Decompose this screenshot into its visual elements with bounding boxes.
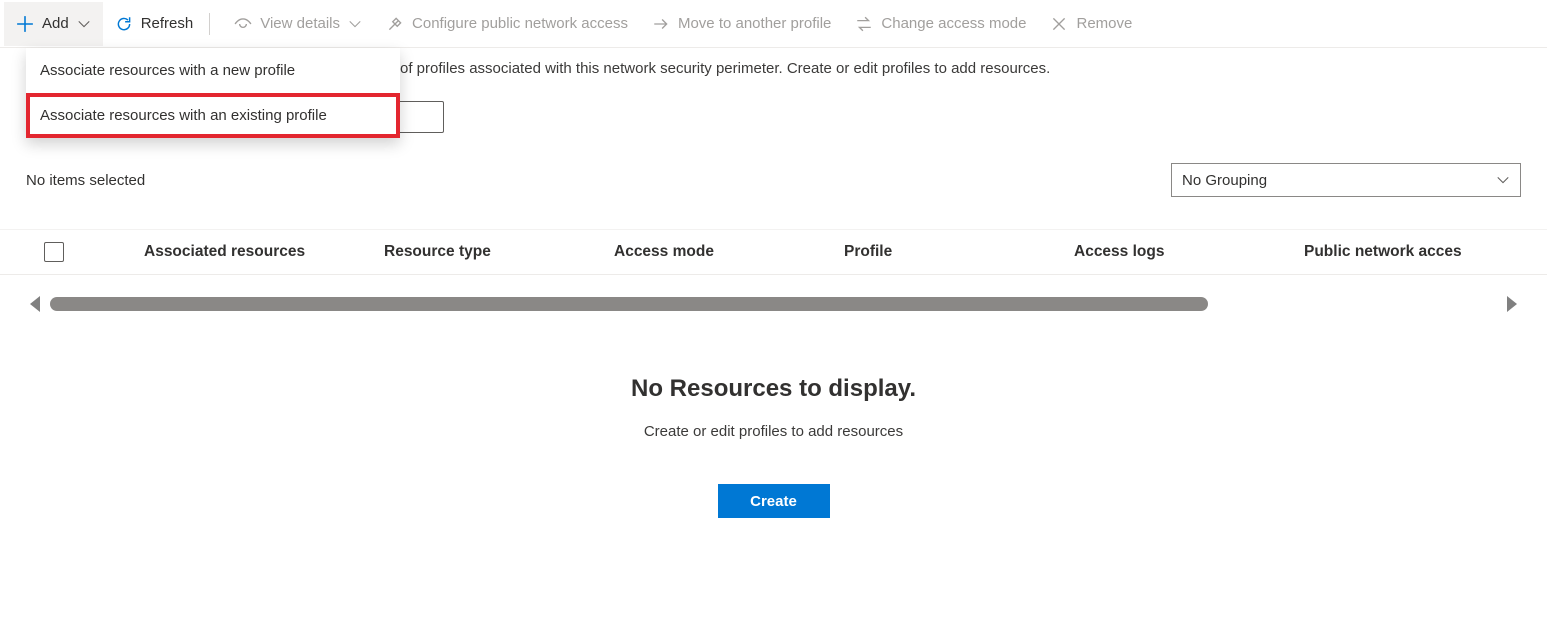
- change-access-mode-button[interactable]: Change access mode: [843, 2, 1038, 46]
- close-icon: [1050, 15, 1068, 33]
- scroll-thumb[interactable]: [50, 297, 1208, 311]
- col-access-logs[interactable]: Access logs: [1074, 243, 1304, 261]
- scroll-track[interactable]: [50, 297, 1497, 311]
- grouping-select[interactable]: No Grouping: [1171, 163, 1521, 197]
- toolbar: Add Refresh View details Configure publi…: [0, 0, 1547, 48]
- description-text: of profiles associated with this network…: [400, 60, 1050, 77]
- toolbar-separator: [209, 13, 210, 35]
- resources-table: Associated resources Resource type Acces…: [0, 229, 1547, 315]
- select-all-checkbox[interactable]: [44, 242, 64, 262]
- chevron-down-icon: [1496, 173, 1510, 187]
- table-header: Associated resources Resource type Acces…: [0, 229, 1547, 275]
- horizontal-scrollbar[interactable]: [0, 293, 1547, 315]
- refresh-label: Refresh: [141, 15, 194, 32]
- add-label: Add: [42, 15, 69, 32]
- refresh-icon: [115, 15, 133, 33]
- swap-icon: [855, 15, 873, 33]
- selection-status: No items selected: [26, 172, 145, 189]
- chevron-down-icon: [77, 17, 91, 31]
- grouping-selected-label: No Grouping: [1182, 172, 1267, 189]
- scroll-left-icon[interactable]: [30, 296, 40, 312]
- empty-subtitle: Create or edit profiles to add resources: [0, 423, 1547, 440]
- create-button[interactable]: Create: [718, 484, 830, 518]
- col-resource-type[interactable]: Resource type: [384, 243, 614, 261]
- add-button[interactable]: Add: [4, 2, 103, 46]
- eye-icon: [234, 15, 252, 33]
- col-profile[interactable]: Profile: [844, 243, 1074, 261]
- arrow-right-icon: [652, 15, 670, 33]
- empty-title: No Resources to display.: [0, 375, 1547, 403]
- add-menu-existing-profile[interactable]: Associate resources with an existing pro…: [26, 93, 400, 138]
- col-associated-resources[interactable]: Associated resources: [144, 243, 384, 261]
- select-all-cell: [44, 242, 144, 262]
- view-details-label: View details: [260, 15, 340, 32]
- view-details-button[interactable]: View details: [222, 2, 374, 46]
- change-mode-label: Change access mode: [881, 15, 1026, 32]
- scroll-right-icon[interactable]: [1507, 296, 1517, 312]
- configure-public-network-button[interactable]: Configure public network access: [374, 2, 640, 46]
- move-label: Move to another profile: [678, 15, 831, 32]
- chevron-down-icon: [348, 17, 362, 31]
- remove-button[interactable]: Remove: [1038, 2, 1144, 46]
- add-dropdown: Associate resources with a new profile A…: [26, 48, 400, 138]
- empty-state: No Resources to display. Create or edit …: [0, 375, 1547, 518]
- col-access-mode[interactable]: Access mode: [614, 243, 844, 261]
- configure-label: Configure public network access: [412, 15, 628, 32]
- remove-label: Remove: [1076, 15, 1132, 32]
- status-row: No items selected No Grouping: [0, 163, 1547, 197]
- move-profile-button[interactable]: Move to another profile: [640, 2, 843, 46]
- plug-icon: [386, 15, 404, 33]
- refresh-button[interactable]: Refresh: [103, 2, 206, 46]
- plus-icon: [16, 15, 34, 33]
- col-public-network-access[interactable]: Public network acces: [1304, 243, 1524, 261]
- add-menu-new-profile[interactable]: Associate resources with a new profile: [26, 48, 400, 93]
